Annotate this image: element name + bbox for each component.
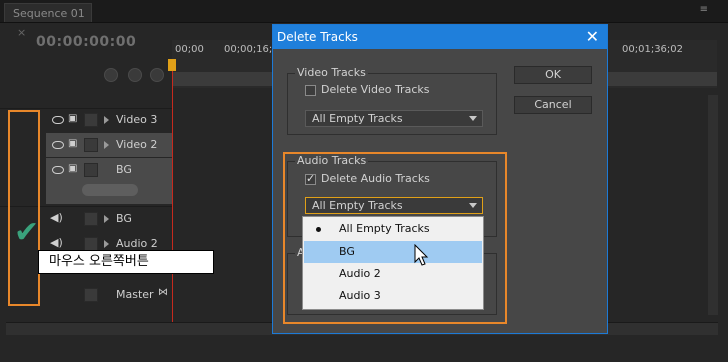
highlight-box-track-column [8,110,40,306]
audio-tracks-label: Audio Tracks [295,154,369,167]
ruler-tick: 00;01;36;02 [622,44,684,55]
track-name: BG [116,163,132,176]
track-row-video-3[interactable]: ▣ Video 3 [46,108,172,132]
delete-audio-tracks-checkbox[interactable]: ✓ [305,172,316,185]
panel-menu-icon[interactable]: ≡ [700,4,708,15]
audio-tracks-dropdown-list: All Empty Tracks BG Audio 2 Audio 3 [302,216,484,310]
film-icon[interactable]: ▣ [68,163,77,174]
mouse-cursor-icon [414,244,429,266]
film-icon[interactable]: ▣ [68,113,77,124]
expand-icon[interactable] [104,141,109,149]
film-icon[interactable]: ▣ [68,138,77,149]
lock-toggle[interactable] [84,163,98,177]
check-icon: ✔ [14,215,40,250]
lock-toggle[interactable] [84,237,98,251]
lock-toggle[interactable] [84,212,98,226]
sequence-tab-label: Sequence 01 [13,7,85,20]
video-tracks-select-value: All Empty Tracks [312,112,403,125]
ok-button[interactable]: OK [514,66,592,84]
playhead-line [172,60,173,322]
cancel-button[interactable]: Cancel [514,96,592,114]
delete-video-tracks-checkbox[interactable] [305,85,316,96]
dialog-title: Delete Tracks [273,25,607,49]
vertical-scrollbar[interactable] [708,95,718,315]
sequence-tab[interactable]: Sequence 01 × [4,3,92,39]
speaker-icon[interactable]: ◀) [50,236,63,249]
eye-icon[interactable] [52,116,64,124]
video-tracks-select[interactable]: All Empty Tracks [305,110,483,127]
checkmark-icon: ✓ [306,172,316,185]
lock-toggle[interactable] [84,288,98,302]
audio-tracks-select[interactable]: All Empty Tracks [305,197,483,214]
audio-tracks-select-value: All Empty Tracks [312,199,403,212]
track-name: Video 3 [116,113,158,126]
snap-icon[interactable] [104,68,118,82]
track-name: Audio 2 [116,237,158,250]
track-row-master[interactable]: Master ⋈ [46,283,172,307]
marker-icon[interactable] [150,68,164,82]
dropdown-option[interactable]: All Empty Tracks [304,218,482,240]
tab-close-icon[interactable]: × [17,26,26,39]
eye-icon[interactable] [52,141,64,149]
dropdown-option-label: BG [339,245,355,258]
dropdown-option-highlighted[interactable]: BG [304,241,482,263]
speaker-icon[interactable]: ◀) [50,211,63,224]
track-row-video-2[interactable]: ▣ Video 2 [46,133,172,157]
close-icon[interactable]: ✕ [586,25,599,49]
track-name: BG [116,212,132,225]
dropdown-option[interactable]: Audio 3 [304,285,482,307]
ruler-tick: 00;00 [175,44,204,55]
track-row-bg-audio[interactable]: ◀) BG [46,207,172,231]
lock-toggle[interactable] [84,138,98,152]
dropdown-option[interactable]: Audio 2 [304,263,482,285]
chevron-down-icon [469,116,477,121]
expand-icon[interactable] [104,116,109,124]
ruler-tick: 00;00;16; [224,44,273,55]
dropdown-option-label: All Empty Tracks [339,222,430,235]
eye-icon[interactable] [52,166,64,174]
video-tracks-label: Video Tracks [295,66,368,79]
selected-bullet-icon [316,227,321,232]
delete-video-tracks-label: Delete Video Tracks [321,83,430,96]
track-name: Video 2 [116,138,158,151]
annotation-label: 마우스 오른쪽버튼 [38,250,214,274]
panel-tab-bar [0,0,728,23]
lock-toggle[interactable] [84,113,98,127]
keyframe-controls[interactable] [82,184,138,196]
expand-icon[interactable] [104,240,109,248]
track-row-bg-video[interactable]: ▣ BG [46,158,172,204]
sync-lock-icon[interactable] [128,68,142,82]
dropdown-option-label: Audio 3 [339,289,381,302]
chevron-down-icon [469,203,477,208]
delete-audio-tracks-label: Delete Audio Tracks [321,172,430,185]
playhead-handle[interactable] [168,59,176,71]
track-name: Master [116,288,154,301]
expand-icon[interactable] [104,215,109,223]
dropdown-option-label: Audio 2 [339,267,381,280]
timecode-display[interactable]: 00:00:00:00 [36,34,136,50]
master-meter-icon[interactable]: ⋈ [158,287,168,298]
